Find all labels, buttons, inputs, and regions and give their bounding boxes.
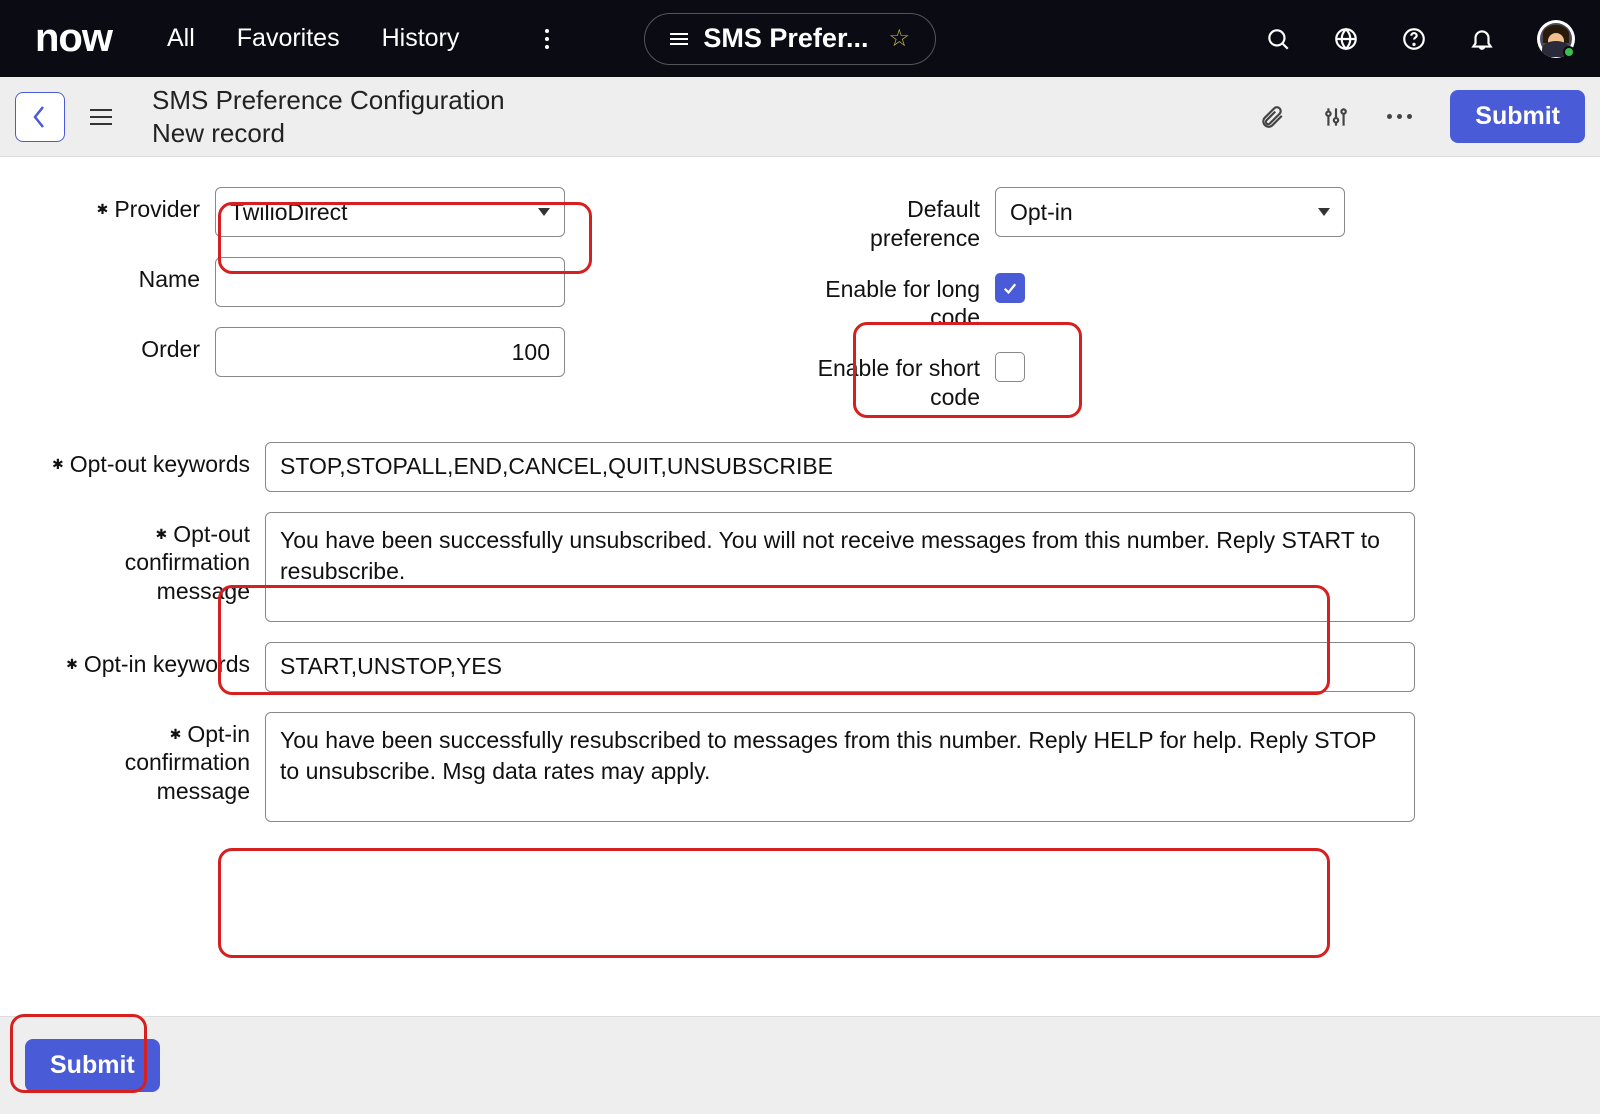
- header-titles: SMS Preference Configuration New record: [152, 85, 505, 149]
- help-icon[interactable]: [1401, 26, 1427, 52]
- label-optin-keywords: Opt-in keywords: [40, 642, 265, 679]
- optout-keywords-input[interactable]: [265, 442, 1415, 492]
- form-menu-icon[interactable]: [90, 109, 112, 125]
- enable-long-code-checkbox[interactable]: [995, 273, 1025, 303]
- back-button[interactable]: [15, 92, 65, 142]
- submit-button-header[interactable]: Submit: [1450, 90, 1585, 143]
- label-provider: Provider: [40, 187, 215, 224]
- page-title: SMS Preference Configuration: [152, 85, 505, 116]
- list-icon: [670, 33, 688, 45]
- label-default-preference: Default preference: [805, 187, 995, 253]
- optout-message-input[interactable]: You have been successfully unsubscribed.…: [265, 512, 1415, 622]
- search-icon[interactable]: [1265, 26, 1291, 52]
- label-enable-short-code: Enable for short code: [805, 352, 995, 412]
- label-order: Order: [40, 327, 215, 364]
- chevron-down-icon: [1318, 208, 1330, 216]
- personalize-icon[interactable]: [1323, 104, 1349, 130]
- avatar[interactable]: [1537, 20, 1575, 58]
- label-optin-message: Opt-in confirmation message: [40, 712, 265, 806]
- globe-icon[interactable]: [1333, 26, 1359, 52]
- default-preference-select[interactable]: Opt-in: [995, 187, 1345, 237]
- label-optout-keywords: Opt-out keywords: [40, 442, 265, 479]
- label-name: Name: [40, 257, 215, 294]
- context-pill-title: SMS Prefer...: [703, 23, 868, 54]
- nav-history[interactable]: History: [382, 24, 460, 53]
- optin-keywords-input[interactable]: [265, 642, 1415, 692]
- context-pill[interactable]: SMS Prefer... ☆: [644, 13, 936, 65]
- nav-all[interactable]: All: [167, 24, 195, 53]
- header-right: Submit: [1259, 90, 1585, 143]
- default-preference-value: Opt-in: [1010, 199, 1073, 226]
- star-icon[interactable]: ☆: [888, 24, 910, 53]
- provider-select[interactable]: TwilioDirect: [215, 187, 565, 237]
- logo: now: [35, 16, 112, 61]
- nav-more-icon[interactable]: [545, 29, 549, 49]
- presence-indicator: [1563, 46, 1575, 58]
- more-actions-icon[interactable]: [1387, 114, 1412, 119]
- order-input[interactable]: [215, 327, 565, 377]
- form-header: SMS Preference Configuration New record …: [0, 77, 1600, 157]
- provider-value: TwilioDirect: [230, 199, 348, 226]
- nav-items: All Favorites History: [167, 24, 549, 53]
- name-input[interactable]: [215, 257, 565, 307]
- enable-short-code-checkbox[interactable]: [995, 352, 1025, 382]
- top-nav: now All Favorites History SMS Prefer... …: [0, 0, 1600, 77]
- bell-icon[interactable]: [1469, 26, 1495, 52]
- chevron-down-icon: [538, 208, 550, 216]
- nav-right: [1265, 20, 1575, 58]
- page-subtitle: New record: [152, 118, 505, 149]
- label-enable-long-code: Enable for long code: [805, 273, 995, 333]
- label-optout-message: Opt-out confirmation message: [40, 512, 265, 606]
- attachment-icon[interactable]: [1259, 104, 1285, 130]
- annotation-highlight: [218, 848, 1330, 958]
- nav-favorites[interactable]: Favorites: [237, 24, 340, 53]
- optin-message-input[interactable]: You have been successfully resubscribed …: [265, 712, 1415, 822]
- form-body: Provider TwilioDirect Name Order: [0, 157, 1600, 862]
- form-footer: Submit: [0, 1016, 1600, 1114]
- submit-button-footer[interactable]: Submit: [25, 1039, 160, 1092]
